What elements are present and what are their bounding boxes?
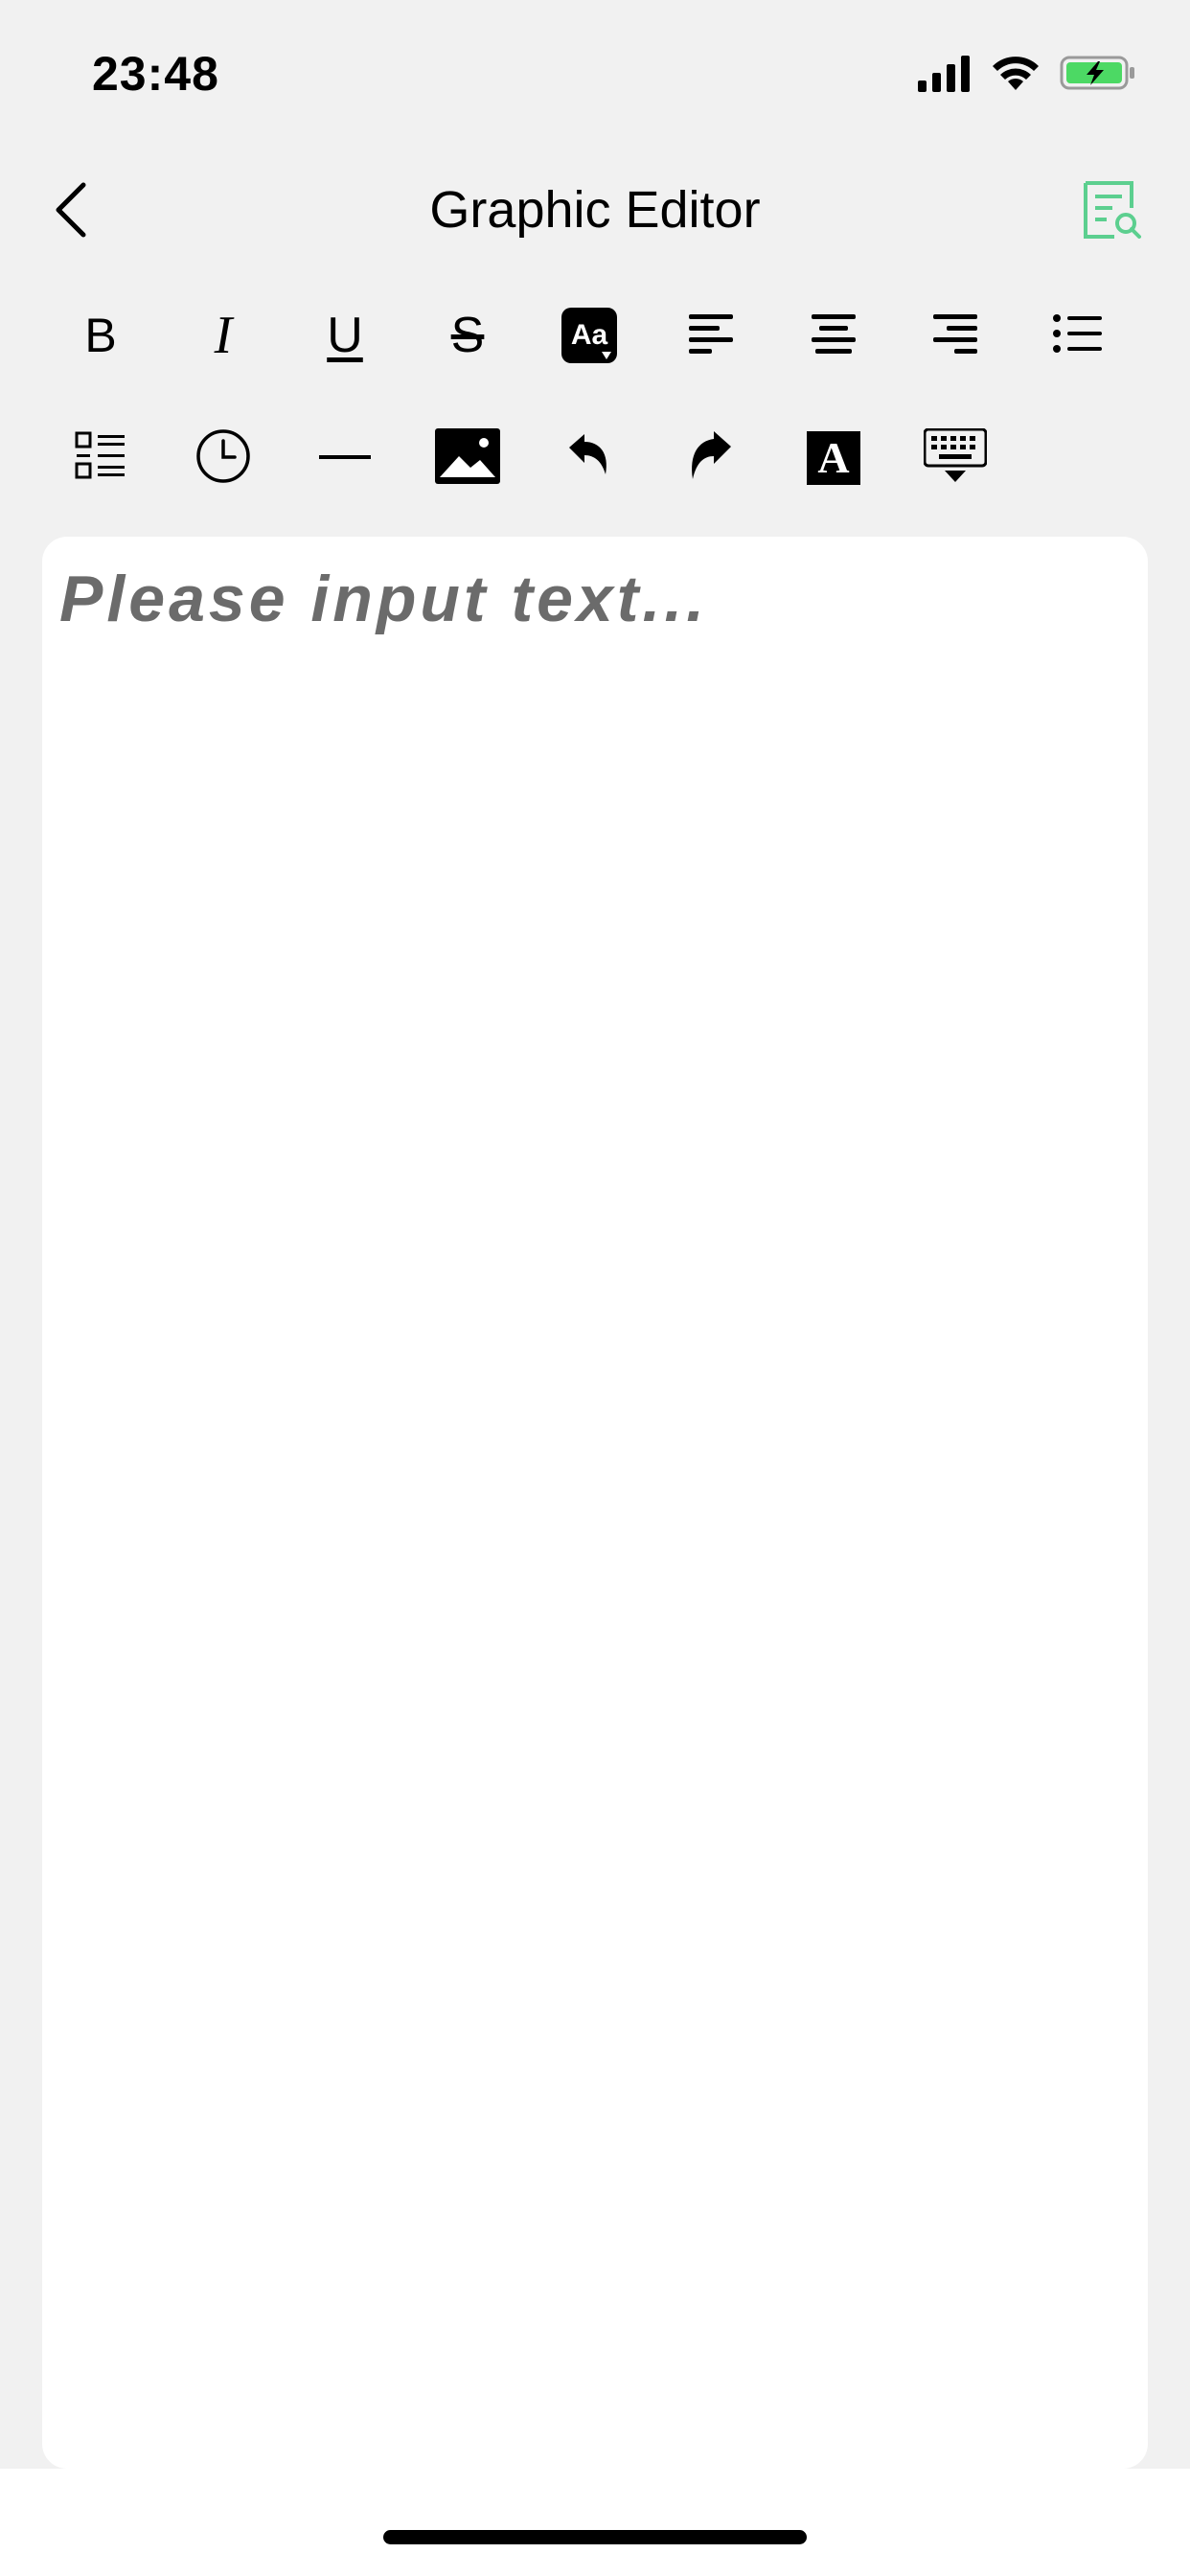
page-title: Graphic Editor [429,181,761,239]
italic-button[interactable]: I [180,292,266,379]
align-center-button[interactable] [790,292,877,379]
strikethrough-icon: S [450,308,485,363]
align-right-button[interactable] [912,292,998,379]
bold-button[interactable]: B [57,292,144,379]
font-size-icon: Aa [561,308,617,363]
home-indicator[interactable] [383,2530,807,2544]
status-icons [918,54,1136,97]
horizontal-rule-button[interactable] [302,415,388,501]
editor-area[interactable]: Please input text... [42,537,1148,2469]
align-center-icon [810,310,858,361]
undo-icon [565,432,613,485]
underline-icon: U [327,308,363,363]
bullet-list-button[interactable] [1035,292,1121,379]
bottom-safe-area [0,2469,1190,2576]
horizontal-rule-icon [319,449,371,467]
insert-image-button[interactable] [424,415,511,501]
underline-button[interactable]: U [302,292,388,379]
align-left-button[interactable] [668,292,754,379]
status-bar: 23:48 [0,0,1190,144]
clock-icon [195,427,252,490]
checklist-button[interactable] [57,415,144,501]
format-toolbar-row-1: B I U S Aa [0,288,1190,383]
align-left-icon [687,310,735,361]
undo-button[interactable] [546,415,632,501]
nav-bar: Graphic Editor [0,163,1190,259]
format-toolbar-row-2: A [0,410,1190,506]
preview-button[interactable] [1073,172,1152,251]
redo-icon [687,429,735,488]
image-icon [434,427,501,490]
editor-input[interactable]: Please input text... [59,562,1131,2450]
wifi-icon [991,54,1041,97]
redo-button[interactable] [668,415,754,501]
font-size-button[interactable]: Aa [546,292,632,379]
bold-icon: B [84,309,117,362]
text-style-icon: A [807,431,860,485]
hide-keyboard-button[interactable] [912,415,998,501]
align-right-icon [931,310,979,361]
insert-time-button[interactable] [180,415,266,501]
keyboard-hide-icon [923,427,988,489]
strikethrough-button[interactable]: S [424,292,511,379]
signal-icon [918,54,972,97]
status-time: 23:48 [92,47,219,101]
battery-charging-icon [1060,54,1136,97]
checklist-icon [75,431,126,486]
text-style-button[interactable]: A [790,415,877,501]
bullet-list-icon [1052,310,1104,361]
italic-icon: I [214,306,233,365]
document-search-icon [1082,179,1143,245]
